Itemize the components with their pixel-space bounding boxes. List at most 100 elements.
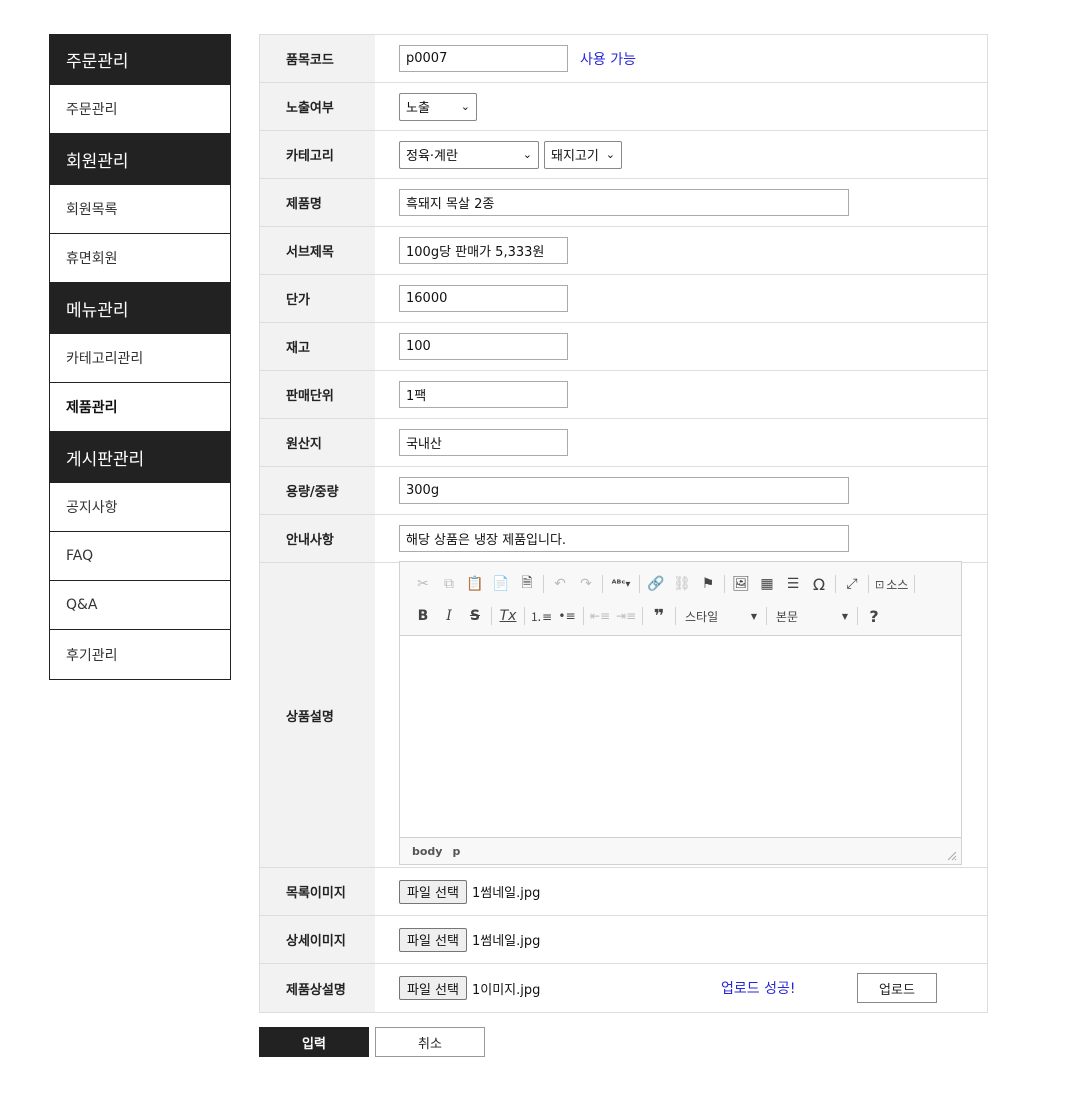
product-name-input[interactable]: 흑돼지 목살 2종 — [399, 189, 849, 216]
code-availability-status: 사용 가능 — [580, 51, 636, 68]
format-combo-label: 본문 — [776, 609, 799, 624]
label-stock: 재고 — [260, 323, 375, 370]
display-select[interactable]: 노출 ⌄ — [399, 92, 477, 121]
style-combo[interactable]: 스타일 ▼ — [679, 604, 763, 628]
list-image-file-name: 1썸네일.jpg — [471, 886, 541, 901]
category-main-value: 정육·계란 — [406, 149, 458, 164]
detail-image-file-name: 1썸네일.jpg — [471, 934, 541, 949]
unit-input[interactable]: 1팩 — [399, 381, 568, 408]
paste-word-icon[interactable]: 🗎 — [514, 571, 540, 597]
sidebar-item-order-management[interactable]: 주문관리 — [50, 85, 230, 134]
submit-button[interactable]: 입력 — [259, 1027, 369, 1057]
list-image-file-button[interactable]: 파일 선택 — [399, 879, 467, 904]
toolbar-separator — [835, 575, 836, 593]
resize-grip-icon[interactable] — [947, 851, 957, 861]
outdent-icon[interactable]: ⇤≡ — [587, 603, 613, 629]
label-desc-image: 제품상설명 — [260, 964, 375, 1012]
category-main-select[interactable]: 정육·계란 ⌄ — [399, 140, 539, 169]
toolbar-separator — [639, 575, 640, 593]
label-subtitle: 서브제목 — [260, 227, 375, 274]
element-path-p[interactable]: p — [452, 845, 460, 858]
form-row-list-image: 목록이미지 파일 선택 1썸네일.jpg — [260, 868, 987, 916]
image-icon[interactable]: 🖼 — [728, 571, 754, 597]
link-icon[interactable]: 🔗 — [643, 571, 669, 597]
paste-icon[interactable]: 📋 — [462, 571, 488, 597]
sidebar-item-dormant-members[interactable]: 휴면회원 — [50, 234, 230, 283]
code-input[interactable]: p0007 — [399, 45, 568, 72]
sidebar-item-notice[interactable]: 공지사항 — [50, 483, 230, 532]
sidebar-group-order: 주문관리 — [50, 34, 230, 85]
label-notice: 안내사항 — [260, 515, 375, 562]
source-label: 소스 — [886, 577, 909, 592]
sidebar-group-board: 게시판관리 — [50, 432, 230, 483]
paste-text-icon[interactable]: 📄 — [488, 571, 514, 597]
sidebar-group-menu: 메뉴관리 — [50, 283, 230, 334]
form-row-stock: 재고 100 — [260, 323, 987, 371]
toolbar-separator — [583, 607, 584, 625]
upload-button[interactable]: 업로드 — [857, 973, 937, 1003]
caret-down-icon: ▼ — [750, 611, 757, 621]
toolbar-separator — [675, 607, 676, 625]
element-path-body[interactable]: body — [412, 845, 442, 858]
italic-icon[interactable]: I — [436, 603, 462, 629]
toolbar-separator — [642, 607, 643, 625]
origin-input[interactable]: 국내산 — [399, 429, 568, 456]
bold-icon[interactable]: B — [410, 603, 436, 629]
remove-format-icon[interactable]: Tx — [495, 603, 521, 629]
form-row-origin: 원산지 국내산 — [260, 419, 987, 467]
label-detail-image: 상세이미지 — [260, 916, 375, 963]
form-row-price: 단가 16000 — [260, 275, 987, 323]
blockquote-icon[interactable]: ❞ — [646, 603, 672, 629]
copy-icon[interactable]: ⧉ — [436, 571, 462, 597]
editor-content-area[interactable] — [400, 636, 961, 837]
sidebar-item-product-management[interactable]: 제품관리 — [50, 383, 230, 432]
indent-icon[interactable]: ⇥≡ — [613, 603, 639, 629]
format-combo[interactable]: 본문 ▼ — [770, 604, 854, 628]
form-row-weight: 용량/중량 300g — [260, 467, 987, 515]
maximize-icon[interactable]: ⤢ — [839, 571, 865, 597]
form-row-detail-image: 상세이미지 파일 선택 1썸네일.jpg — [260, 916, 987, 964]
sidebar-item-category-management[interactable]: 카테고리관리 — [50, 334, 230, 383]
source-icon: ⊡ — [875, 577, 885, 591]
chevron-down-icon: ⌄ — [605, 148, 615, 161]
label-description: 상품설명 — [260, 563, 375, 867]
sidebar-item-reviews[interactable]: 후기관리 — [50, 630, 230, 679]
sidebar-item-qna[interactable]: Q&A — [50, 581, 230, 630]
subtitle-input[interactable]: 100g당 판매가 5,333원 — [399, 237, 568, 264]
bulleted-list-icon[interactable]: •≡ — [554, 603, 580, 629]
rich-text-editor: ✂ ⧉ 📋 📄 🗎 ↶ ↷ ᴬᴮᶜ▾ 🔗 ⛓ ⚑ 🖼 ▦ ☰ Ω ⤢ ⊡ 소스 … — [399, 561, 962, 865]
toolbar-separator — [914, 575, 916, 593]
special-char-icon[interactable]: Ω — [806, 571, 832, 597]
category-sub-select[interactable]: 돼지고기 ⌄ — [544, 140, 622, 169]
toolbar-separator — [766, 607, 767, 625]
form-row-name: 제품명 흑돼지 목살 2종 — [260, 179, 987, 227]
price-input[interactable]: 16000 — [399, 285, 568, 312]
cut-icon[interactable]: ✂ — [410, 571, 436, 597]
sidebar-item-member-list[interactable]: 회원목록 — [50, 185, 230, 234]
unlink-icon[interactable]: ⛓ — [669, 571, 695, 597]
toolbar-separator — [857, 607, 858, 625]
form-row-subtitle: 서브제목 100g당 판매가 5,333원 — [260, 227, 987, 275]
notice-input[interactable]: 해당 상품은 냉장 제품입니다. — [399, 525, 849, 552]
stock-input[interactable]: 100 — [399, 333, 568, 360]
desc-image-file-button[interactable]: 파일 선택 — [399, 976, 467, 1000]
help-icon[interactable]: ? — [861, 603, 887, 629]
horizontal-line-icon[interactable]: ☰ — [780, 571, 806, 597]
sidebar-item-faq[interactable]: FAQ — [50, 532, 230, 581]
form-row-category: 카테고리 정육·계란 ⌄ 돼지고기 ⌄ — [260, 131, 987, 179]
detail-image-file-button[interactable]: 파일 선택 — [399, 927, 467, 952]
toolbar-separator — [543, 575, 544, 593]
spellcheck-icon[interactable]: ᴬᴮᶜ▾ — [606, 571, 636, 597]
redo-icon[interactable]: ↷ — [573, 571, 599, 597]
style-combo-label: 스타일 — [685, 609, 719, 624]
table-icon[interactable]: ▦ — [754, 571, 780, 597]
strikethrough-icon[interactable]: S — [462, 603, 488, 629]
form-row-notice: 안내사항 해당 상품은 냉장 제품입니다. — [260, 515, 987, 563]
numbered-list-icon[interactable]: ⒈≡ — [528, 603, 554, 629]
editor-toolbar: ✂ ⧉ 📋 📄 🗎 ↶ ↷ ᴬᴮᶜ▾ 🔗 ⛓ ⚑ 🖼 ▦ ☰ Ω ⤢ ⊡ 소스 … — [400, 562, 961, 636]
anchor-flag-icon[interactable]: ⚑ — [695, 571, 721, 597]
source-button[interactable]: ⊡ 소스 — [872, 571, 911, 597]
weight-input[interactable]: 300g — [399, 477, 849, 504]
cancel-button[interactable]: 취소 — [375, 1027, 485, 1057]
undo-icon[interactable]: ↶ — [547, 571, 573, 597]
